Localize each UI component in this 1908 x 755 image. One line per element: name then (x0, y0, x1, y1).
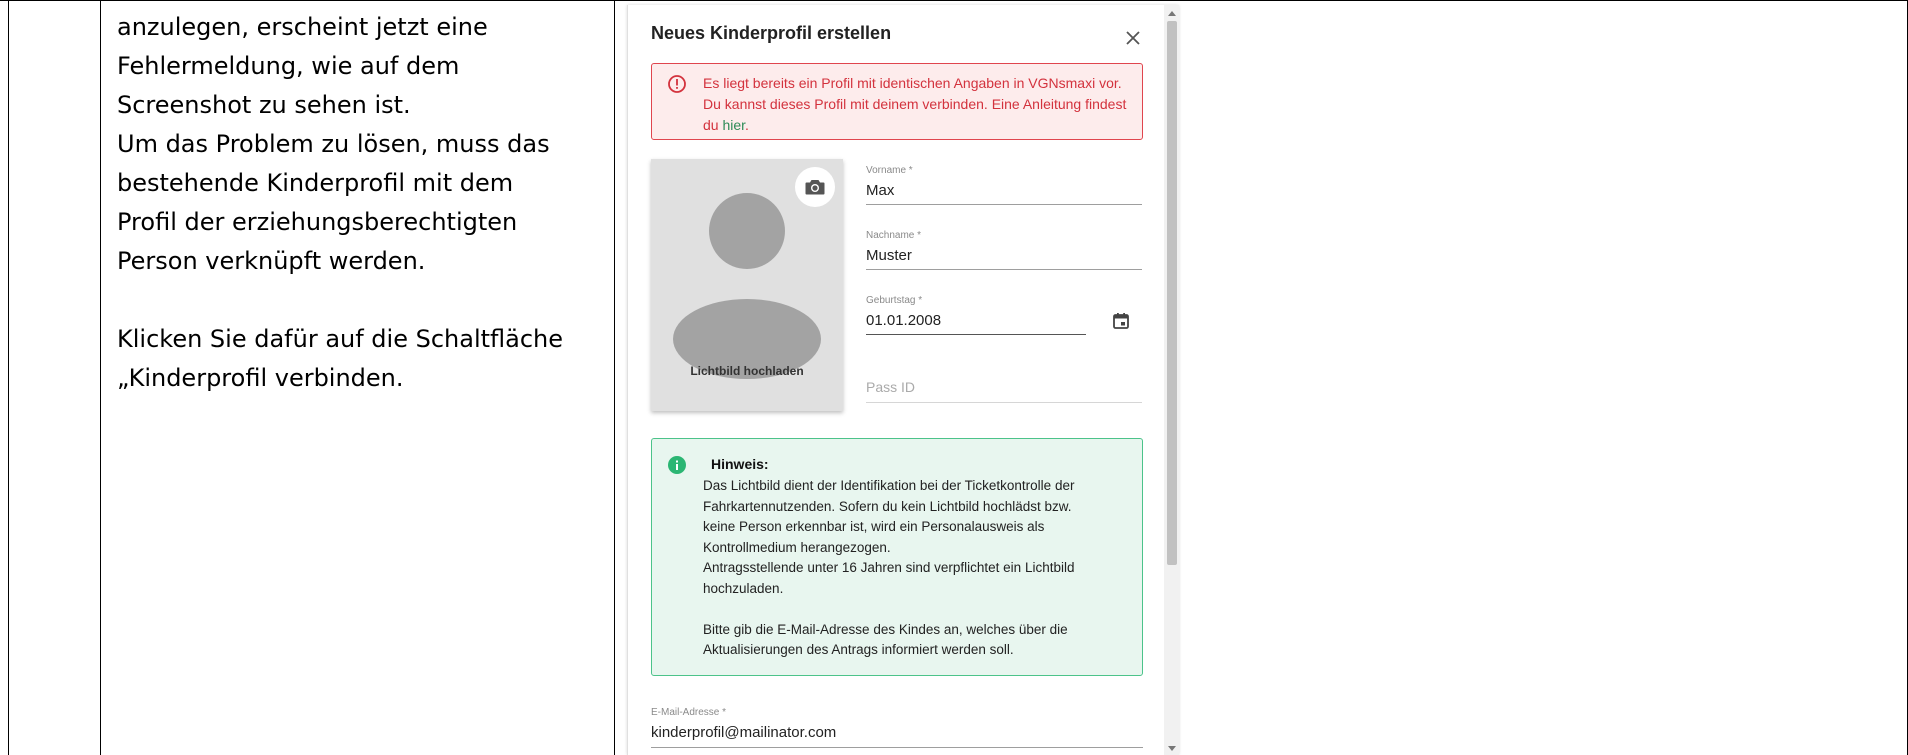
email-underline (651, 747, 1143, 748)
birthday-field[interactable]: Geburtstag * 01.01.2008 (866, 295, 1086, 335)
instruction-line: „Kinderprofil verbinden. (117, 364, 404, 392)
table-column-divider-2 (614, 0, 615, 755)
error-icon (668, 75, 686, 93)
error-message-text: Es liegt bereits ein Profil mit identisc… (703, 75, 1127, 133)
close-button[interactable] (1122, 27, 1144, 49)
instruction-line: bestehende Kinderprofil mit dem (117, 169, 514, 197)
close-icon (1126, 31, 1140, 45)
first-name-underline (866, 204, 1142, 205)
instruction-text: anzulegen, erscheint jetzt eine Fehlerme… (117, 8, 597, 398)
instruction-line: Screenshot zu sehen ist. (117, 91, 411, 119)
pass-id-underline (866, 402, 1142, 403)
scroll-down-arrow[interactable] (1168, 746, 1176, 751)
scroll-up-arrow[interactable] (1168, 11, 1176, 16)
birthday-label: Geburtstag * (866, 295, 923, 306)
instruction-line: Um das Problem zu lösen, muss das (117, 130, 550, 158)
hint-gap (703, 599, 1128, 620)
table-column-divider-1 (100, 0, 101, 755)
last-name-underline (866, 269, 1142, 270)
instruction-line: Person verknüpft werden. (117, 247, 426, 275)
last-name-label: Nachname * (866, 230, 922, 241)
photo-upload-area[interactable]: Lichtbild hochladen (651, 159, 843, 411)
instructions-link[interactable]: hier (722, 117, 745, 133)
first-name-input[interactable]: Max (866, 179, 1142, 201)
error-message-end: . (745, 117, 749, 133)
instruction-line: Profil der erziehungsberechtigten (117, 208, 518, 236)
first-name-label: Vorname * (866, 165, 913, 176)
email-input[interactable]: kinderprofil@mailinator.com (651, 721, 1143, 743)
hint-line: Aktualisierungen des Antrags informiert … (703, 642, 1014, 657)
instruction-line: Fehlermeldung, wie auf dem (117, 52, 460, 80)
instruction-line: Klicken Sie dafür auf die Schaltfläche (117, 325, 564, 353)
hint-text: Das Lichtbild dient der Identifikation b… (703, 476, 1128, 661)
table-border-left (8, 0, 9, 755)
camera-icon (805, 180, 825, 195)
photo-upload-label: Lichtbild hochladen (690, 364, 804, 378)
dialog-title: Neues Kinderprofil erstellen (651, 23, 892, 43)
birthday-input[interactable]: 01.01.2008 (866, 309, 1086, 331)
info-icon (668, 456, 686, 474)
hint-line: Fahrkartennutzenden. Sofern du kein Lich… (703, 498, 1072, 514)
first-name-field[interactable]: Vorname * Max (866, 165, 1142, 205)
calendar-icon (1113, 313, 1129, 329)
camera-button[interactable] (795, 167, 835, 207)
hint-line: Antragsstellende unter 16 Jahren sind ve… (703, 560, 1075, 575)
last-name-field[interactable]: Nachname * Muster (866, 230, 1142, 270)
pass-id-field[interactable]: Pass ID (866, 375, 1142, 403)
error-message: Es liegt bereits ein Profil mit identisc… (703, 73, 1128, 136)
instruction-line: anzulegen, erscheint jetzt eine (117, 13, 488, 41)
new-child-profile-dialog: Neues Kinderprofil erstellen Es liegt be… (627, 5, 1179, 755)
hint-line: Bitte gib die E-Mail-Adresse des Kindes … (703, 621, 1068, 637)
pass-id-input[interactable]: Pass ID (866, 375, 1142, 399)
last-name-input[interactable]: Muster (866, 244, 1142, 266)
table-border-top (0, 0, 1908, 1)
hint-line: Kontrollmedium herangezogen. (703, 539, 891, 555)
hint-line: keine Person erkennbar ist, wird ein Per… (703, 519, 1045, 534)
scrollbar-thumb[interactable] (1167, 21, 1177, 565)
avatar-placeholder-head (709, 193, 785, 269)
hint-title: Hinweis: (711, 456, 769, 472)
calendar-button[interactable] (1111, 311, 1131, 331)
birthday-underline (866, 334, 1086, 335)
error-alert: Es liegt bereits ein Profil mit identisc… (651, 63, 1143, 140)
hint-line: hochzuladen. (703, 580, 784, 596)
hint-box: Hinweis: Das Lichtbild dient der Identif… (651, 438, 1143, 676)
hint-line: Das Lichtbild dient der Identifikation b… (703, 478, 1075, 493)
email-field[interactable]: E-Mail-Adresse * kinderprofil@mailinator… (651, 707, 1143, 748)
email-label: E-Mail-Adresse * (651, 707, 727, 718)
